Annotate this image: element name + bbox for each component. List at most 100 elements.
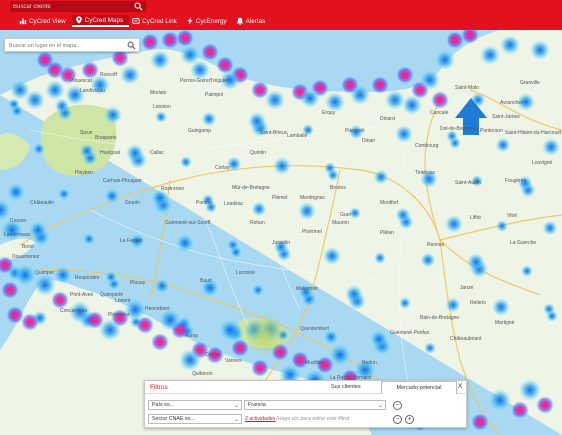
city-label: Rostrenen bbox=[161, 186, 185, 192]
city-label: Guémené-sur-Scorff bbox=[165, 220, 211, 226]
nav-alertas[interactable]: Alertas bbox=[233, 15, 272, 27]
main-nav: CyCred View CyCred Maps CyCred Link CycE… bbox=[16, 15, 271, 27]
city-label: Paimpol bbox=[205, 92, 224, 98]
add-filter-button[interactable]: + bbox=[405, 414, 414, 424]
filters-header: Filtros Sus clientes Mercado potencial X bbox=[145, 381, 466, 394]
filter-field-value: Sector CNAE es... bbox=[152, 416, 195, 422]
heat-spot bbox=[8, 98, 20, 110]
lightning-icon bbox=[187, 17, 193, 25]
close-icon[interactable]: X bbox=[458, 383, 462, 390]
heat-spot bbox=[370, 330, 388, 348]
remove-filter-button[interactable]: − bbox=[393, 414, 402, 424]
city-label: Pontorson bbox=[480, 128, 503, 134]
heat-spot-hot bbox=[471, 413, 489, 431]
city-label: Pont-Aven bbox=[70, 292, 94, 298]
chevron-down-icon: ⌄ bbox=[233, 417, 239, 423]
nav-cycenergy[interactable]: CycEnergy bbox=[183, 15, 233, 27]
filter-value-select[interactable]: Francia ⌄ bbox=[244, 400, 386, 410]
city-label: Montfort bbox=[380, 200, 399, 206]
heat-spot bbox=[395, 207, 411, 223]
heat-spot bbox=[495, 137, 511, 153]
map-pin-icon bbox=[75, 16, 82, 24]
city-label: Janzé bbox=[460, 285, 474, 291]
heat-spot bbox=[500, 35, 520, 55]
heat-spot bbox=[323, 247, 341, 265]
city-label: Loudéac bbox=[224, 201, 244, 207]
city-label: Quimper bbox=[35, 270, 55, 276]
filter-field-select[interactable]: País es... ⌄ bbox=[148, 400, 242, 410]
nav-cycred-maps[interactable]: CyCred Maps bbox=[71, 15, 130, 27]
city-label: Pleyben bbox=[75, 170, 94, 176]
city-label: Guingamp bbox=[188, 128, 212, 134]
heat-spot bbox=[227, 239, 239, 251]
chevron-down-icon: ⌄ bbox=[233, 403, 239, 409]
map[interactable]: Saint-Malo Morlaix Brest Landerneau Quimper L… bbox=[0, 26, 562, 435]
city-label: Crozon bbox=[10, 218, 27, 224]
city-label: Corlay bbox=[215, 165, 230, 171]
heat-spot bbox=[155, 111, 167, 123]
search-icon[interactable] bbox=[134, 2, 143, 11]
heat-spot bbox=[374, 252, 386, 264]
heat-spot bbox=[480, 45, 500, 65]
city-label: Quintin bbox=[250, 150, 266, 156]
city-label: Huelgoat bbox=[100, 150, 121, 156]
city-label: Erquy bbox=[322, 110, 336, 116]
nav-cycred-link[interactable]: CyCred Link bbox=[129, 15, 183, 27]
client-search-input[interactable] bbox=[13, 2, 131, 11]
remove-filter-button[interactable]: − bbox=[393, 400, 402, 410]
heat-spot bbox=[350, 85, 370, 105]
chevron-down-icon: ⌄ bbox=[377, 403, 383, 409]
filter-row-country: País es... ⌄ Francia ⌄ − bbox=[148, 400, 464, 410]
heat-spot bbox=[29, 221, 47, 239]
heat-spot bbox=[126, 144, 144, 162]
city-label: Cancale bbox=[430, 110, 449, 116]
city-label: Muzillac bbox=[305, 360, 324, 366]
filter-value-text: Francia bbox=[248, 402, 266, 408]
heat-spot bbox=[402, 95, 422, 115]
city-label: Callac bbox=[150, 150, 164, 156]
city-label: Brest bbox=[22, 244, 34, 250]
nav-label: CyCred Link bbox=[142, 17, 177, 25]
tab-mercado-potencial[interactable]: Mercado potencial bbox=[381, 381, 457, 394]
heat-spot bbox=[395, 125, 413, 143]
filter-field-select[interactable]: Sector CNAE es... ⌄ bbox=[148, 414, 242, 424]
city-label: Roscoff bbox=[100, 72, 117, 78]
city-label: Quimperlé bbox=[100, 292, 124, 298]
heat-spot bbox=[54, 266, 72, 284]
city-label: Guémené-Penfao bbox=[390, 330, 430, 336]
city-label: Saint-Aubin bbox=[455, 180, 481, 186]
heat-spot bbox=[179, 349, 201, 371]
bell-icon bbox=[236, 17, 243, 25]
heat-spot bbox=[54, 98, 70, 114]
heat-spot bbox=[105, 271, 117, 283]
city-label: Dol-de-Bretagne bbox=[440, 126, 477, 132]
city-label: Vitré bbox=[507, 213, 518, 219]
filter-field-value: País es... bbox=[152, 402, 175, 408]
city-label: Rennes bbox=[427, 242, 445, 248]
heat-spot-hot bbox=[1, 281, 19, 299]
tab-sus-clientes[interactable]: Sus clientes bbox=[331, 384, 361, 390]
map-search-input[interactable] bbox=[9, 41, 119, 50]
city-label: Retiers bbox=[470, 300, 486, 306]
search-icon[interactable] bbox=[127, 41, 136, 50]
city-label: Carhaix-Plouguer bbox=[103, 178, 142, 184]
map-search bbox=[4, 38, 140, 52]
city-label: Brasparts bbox=[95, 135, 117, 141]
city-label: Plélan bbox=[380, 230, 394, 236]
heat-spot-low bbox=[243, 313, 287, 357]
heat-spot bbox=[150, 50, 170, 70]
heat-spot bbox=[83, 233, 95, 245]
city-label: Pontivy bbox=[196, 200, 213, 206]
heat-spot bbox=[25, 90, 45, 110]
heat-spot bbox=[180, 156, 192, 168]
edit-activities-link[interactable]: 2 actividades bbox=[245, 416, 275, 422]
city-label: Carnac bbox=[205, 352, 222, 358]
city-label: Broons bbox=[330, 185, 346, 191]
nav-label: CyCred View bbox=[29, 17, 66, 25]
city-label: Plouescat bbox=[70, 78, 92, 84]
city-label: La Guerche bbox=[510, 240, 537, 246]
city-label: Landivisiau bbox=[80, 88, 106, 94]
heat-spot bbox=[420, 252, 436, 268]
nav-cycred-view[interactable]: CyCred View bbox=[16, 15, 72, 27]
heat-spot bbox=[420, 70, 440, 90]
